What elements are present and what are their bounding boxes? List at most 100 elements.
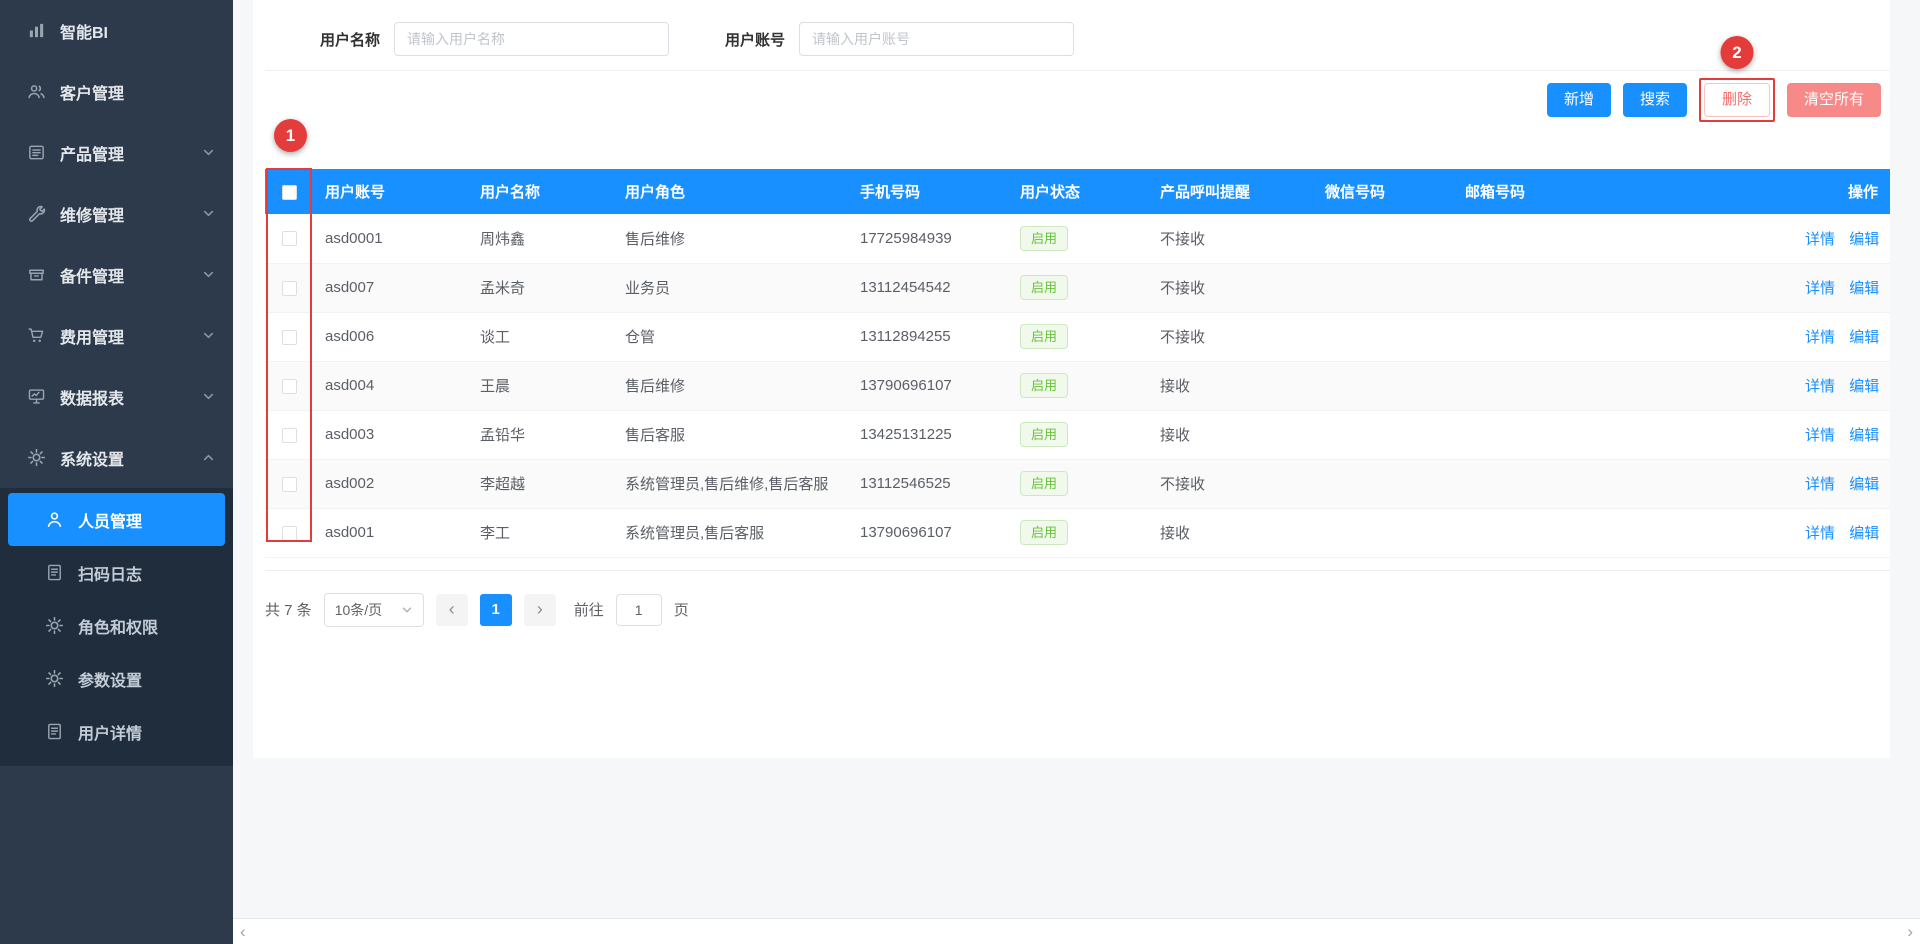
edit-link[interactable]: 编辑: [1849, 525, 1879, 542]
cell-notify: 不接收: [1148, 312, 1313, 361]
cell-role: 售后维修: [613, 361, 848, 410]
cell-account: asd004: [313, 361, 468, 410]
sidebar-item-label: 维修管理: [60, 202, 124, 226]
detail-link[interactable]: 详情: [1805, 525, 1835, 542]
sidebar-item-reports[interactable]: 数据报表: [0, 366, 233, 427]
table-row: asd002 李超越 系统管理员,售后维修,售后客服 13112546525 启…: [265, 459, 1890, 508]
prev-page-button[interactable]: ‹: [436, 594, 468, 626]
table-row: asd006 谈工 仓管 13112894255 启用 不接收 详情 编辑: [265, 312, 1890, 361]
sidebar-item-repair[interactable]: 维修管理: [0, 183, 233, 244]
delete-button[interactable]: 删除: [1704, 83, 1770, 117]
gear-icon: [44, 669, 64, 689]
cell-notify: 不接收: [1148, 459, 1313, 508]
submenu-item-parameters[interactable]: 参数设置: [0, 652, 233, 705]
scroll-right-icon[interactable]: ›: [1907, 923, 1913, 940]
cart-icon: [26, 326, 46, 346]
cell-wechat: [1313, 312, 1453, 361]
submenu-item-roles-permissions[interactable]: 角色和权限: [0, 599, 233, 652]
submenu-item-label: 参数设置: [78, 667, 142, 691]
sidebar-item-system-settings[interactable]: 系统设置: [0, 427, 233, 488]
bar-chart-icon: [26, 21, 46, 41]
edit-link[interactable]: 编辑: [1849, 231, 1879, 248]
table-row: asd003 孟铅华 售后客服 13425131225 启用 接收 详情 编辑: [265, 410, 1890, 459]
col-header-wechat: 微信号码: [1313, 169, 1453, 214]
submenu-item-user-detail[interactable]: 用户详情: [0, 705, 233, 758]
sidebar-item-spare-parts[interactable]: 备件管理: [0, 244, 233, 305]
status-badge: 启用: [1020, 520, 1068, 545]
row-checkbox[interactable]: [282, 281, 297, 296]
col-header-notify: 产品呼叫提醒: [1148, 169, 1313, 214]
cell-role: 业务员: [613, 263, 848, 312]
scroll-left-icon[interactable]: ‹: [240, 923, 246, 940]
row-checkbox[interactable]: [282, 526, 297, 541]
col-header-email: 邮箱号码: [1453, 169, 1783, 214]
edit-link[interactable]: 编辑: [1849, 427, 1879, 444]
sidebar-item-expenses[interactable]: 费用管理: [0, 305, 233, 366]
row-checkbox[interactable]: [282, 428, 297, 443]
row-checkbox[interactable]: [282, 477, 297, 492]
box-icon: [26, 265, 46, 285]
sidebar-item-label: 客户管理: [60, 80, 124, 104]
row-checkbox[interactable]: [282, 379, 297, 394]
username-filter-input[interactable]: [394, 22, 669, 56]
next-page-button[interactable]: ›: [524, 594, 556, 626]
clear-all-button[interactable]: 清空所有: [1787, 83, 1881, 117]
cell-email: [1453, 312, 1783, 361]
select-all-checkbox[interactable]: [282, 185, 297, 200]
chevron-down-icon: [202, 390, 215, 403]
sidebar-item-bi[interactable]: 智能BI: [0, 0, 233, 61]
cell-phone: 13112546525: [848, 459, 1008, 508]
sidebar-item-label: 产品管理: [60, 141, 124, 165]
detail-link[interactable]: 详情: [1805, 329, 1835, 346]
account-filter-input[interactable]: [799, 22, 1074, 56]
cell-phone: 13790696107: [848, 361, 1008, 410]
edit-link[interactable]: 编辑: [1849, 329, 1879, 346]
submenu-item-scan-log[interactable]: 扫码日志: [0, 546, 233, 599]
col-header-status: 用户状态: [1008, 169, 1148, 214]
cell-email: [1453, 459, 1783, 508]
page-size-select[interactable]: 10条/页: [324, 593, 424, 627]
col-header-role: 用户角色: [613, 169, 848, 214]
submenu-item-personnel[interactable]: 人员管理: [8, 493, 225, 546]
gear-icon: [26, 448, 46, 468]
username-filter-label: 用户名称: [320, 29, 380, 50]
detail-link[interactable]: 详情: [1805, 280, 1835, 297]
table-header-row: 用户账号 用户名称 用户角色 手机号码 用户状态 产品呼叫提醒 微信号码 邮箱号…: [265, 169, 1890, 214]
detail-link[interactable]: 详情: [1805, 378, 1835, 395]
row-checkbox[interactable]: [282, 330, 297, 345]
edit-link[interactable]: 编辑: [1849, 280, 1879, 297]
cell-wechat: [1313, 508, 1453, 557]
user-icon: [44, 510, 64, 530]
sidebar-item-customers[interactable]: 客户管理: [0, 61, 233, 122]
detail-link[interactable]: 详情: [1805, 231, 1835, 248]
total-count-label: 共 7 条: [265, 599, 312, 620]
col-header-action: 操作: [1783, 169, 1890, 214]
horizontal-scrollbar[interactable]: ‹ ›: [233, 918, 1920, 944]
cell-account: asd001: [313, 508, 468, 557]
annotation-step-badge: 1: [274, 119, 307, 152]
page-unit-label: 页: [674, 599, 689, 620]
cell-name: 王晨: [468, 361, 613, 410]
goto-page-input[interactable]: [616, 594, 662, 626]
annotation-step-badge: 2: [1720, 36, 1753, 69]
user-table: 用户账号 用户名称 用户角色 手机号码 用户状态 产品呼叫提醒 微信号码 邮箱号…: [265, 169, 1890, 571]
add-button[interactable]: 新增: [1547, 83, 1611, 117]
search-button[interactable]: 搜索: [1623, 83, 1687, 117]
detail-link[interactable]: 详情: [1805, 476, 1835, 493]
edit-link[interactable]: 编辑: [1849, 378, 1879, 395]
sidebar-item-label: 系统设置: [60, 446, 124, 470]
chevron-down-icon: [401, 604, 413, 616]
filter-bar: 用户名称 用户账号: [265, 0, 1890, 71]
current-page-button[interactable]: 1: [480, 594, 512, 626]
cell-role: 系统管理员,售后客服: [613, 508, 848, 557]
main-content: 用户名称 用户账号 新增 搜索 2 删除 清空所有: [233, 0, 1920, 944]
sidebar-item-products[interactable]: 产品管理: [0, 122, 233, 183]
sidebar-item-label: 数据报表: [60, 385, 124, 409]
detail-link[interactable]: 详情: [1805, 427, 1835, 444]
status-badge: 启用: [1020, 373, 1068, 398]
row-checkbox[interactable]: [282, 231, 297, 246]
edit-link[interactable]: 编辑: [1849, 476, 1879, 493]
sidebar-item-label: 费用管理: [60, 324, 124, 348]
cell-name: 孟米奇: [468, 263, 613, 312]
goto-label: 前往: [574, 599, 604, 620]
